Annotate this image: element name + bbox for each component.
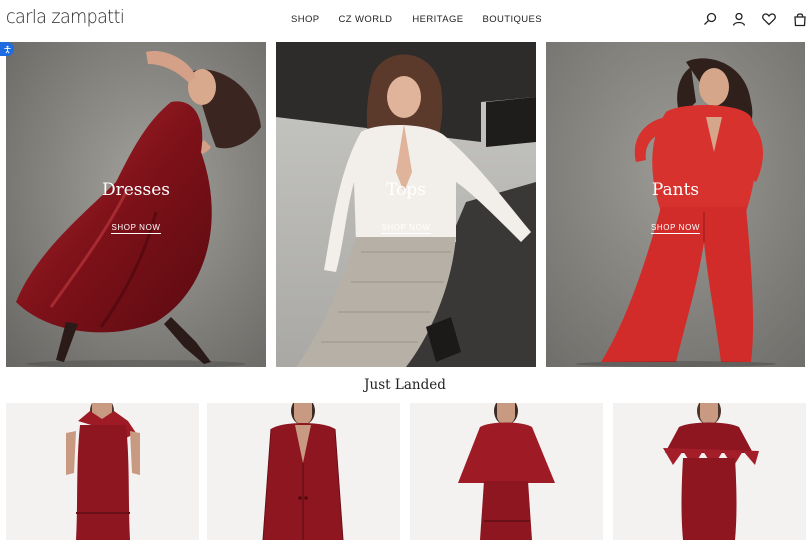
- shop-now-link[interactable]: SHOP NOW: [381, 223, 431, 234]
- account-icon[interactable]: [731, 11, 747, 27]
- header-actions: [700, 11, 810, 29]
- hero-image-tops: [276, 42, 536, 367]
- product-card[interactable]: [613, 403, 806, 540]
- hero-tile-title: Tops: [386, 180, 426, 200]
- nav-item-heritage[interactable]: HERITAGE: [412, 14, 463, 25]
- nav-item-cz-world[interactable]: CZ WORLD: [339, 14, 393, 25]
- hero-image-dresses: [6, 42, 266, 367]
- search-icon[interactable]: [702, 11, 718, 27]
- hero-tile-tops[interactable]: Tops SHOP NOW: [276, 42, 536, 367]
- product-image: [66, 403, 140, 540]
- accessibility-icon: [3, 45, 11, 53]
- hero-tile-pants[interactable]: Pants SHOP NOW: [546, 42, 805, 367]
- hero-tile-title: Dresses: [101, 180, 171, 200]
- hero-image-pants: [546, 42, 805, 367]
- shop-now-link[interactable]: SHOP NOW: [111, 223, 161, 234]
- shop-now-link[interactable]: SHOP NOW: [650, 223, 701, 234]
- brand-logo[interactable]: carla zampatti: [6, 6, 125, 28]
- main-nav: SHOP CZ WORLD HERITAGE BOUTIQUES: [291, 14, 542, 25]
- accessibility-widget-button[interactable]: [0, 42, 14, 56]
- product-image: [262, 403, 344, 540]
- hero-tile-dresses[interactable]: Dresses SHOP NOW: [6, 42, 266, 367]
- product-card[interactable]: [6, 403, 199, 540]
- site-header: carla zampatti SHOP CZ WORLD HERITAGE BO…: [0, 0, 810, 40]
- product-image: [458, 403, 555, 540]
- product-card[interactable]: [207, 403, 400, 540]
- product-card[interactable]: [410, 403, 603, 540]
- wishlist-icon[interactable]: [761, 11, 777, 27]
- bag-icon[interactable]: [792, 11, 808, 27]
- nav-item-boutiques[interactable]: BOUTIQUES: [482, 14, 542, 25]
- product-image: [663, 403, 759, 540]
- nav-item-shop[interactable]: SHOP: [291, 14, 320, 25]
- just-landed-heading: Just Landed: [364, 377, 446, 393]
- hero-tile-title: Pants: [651, 180, 700, 200]
